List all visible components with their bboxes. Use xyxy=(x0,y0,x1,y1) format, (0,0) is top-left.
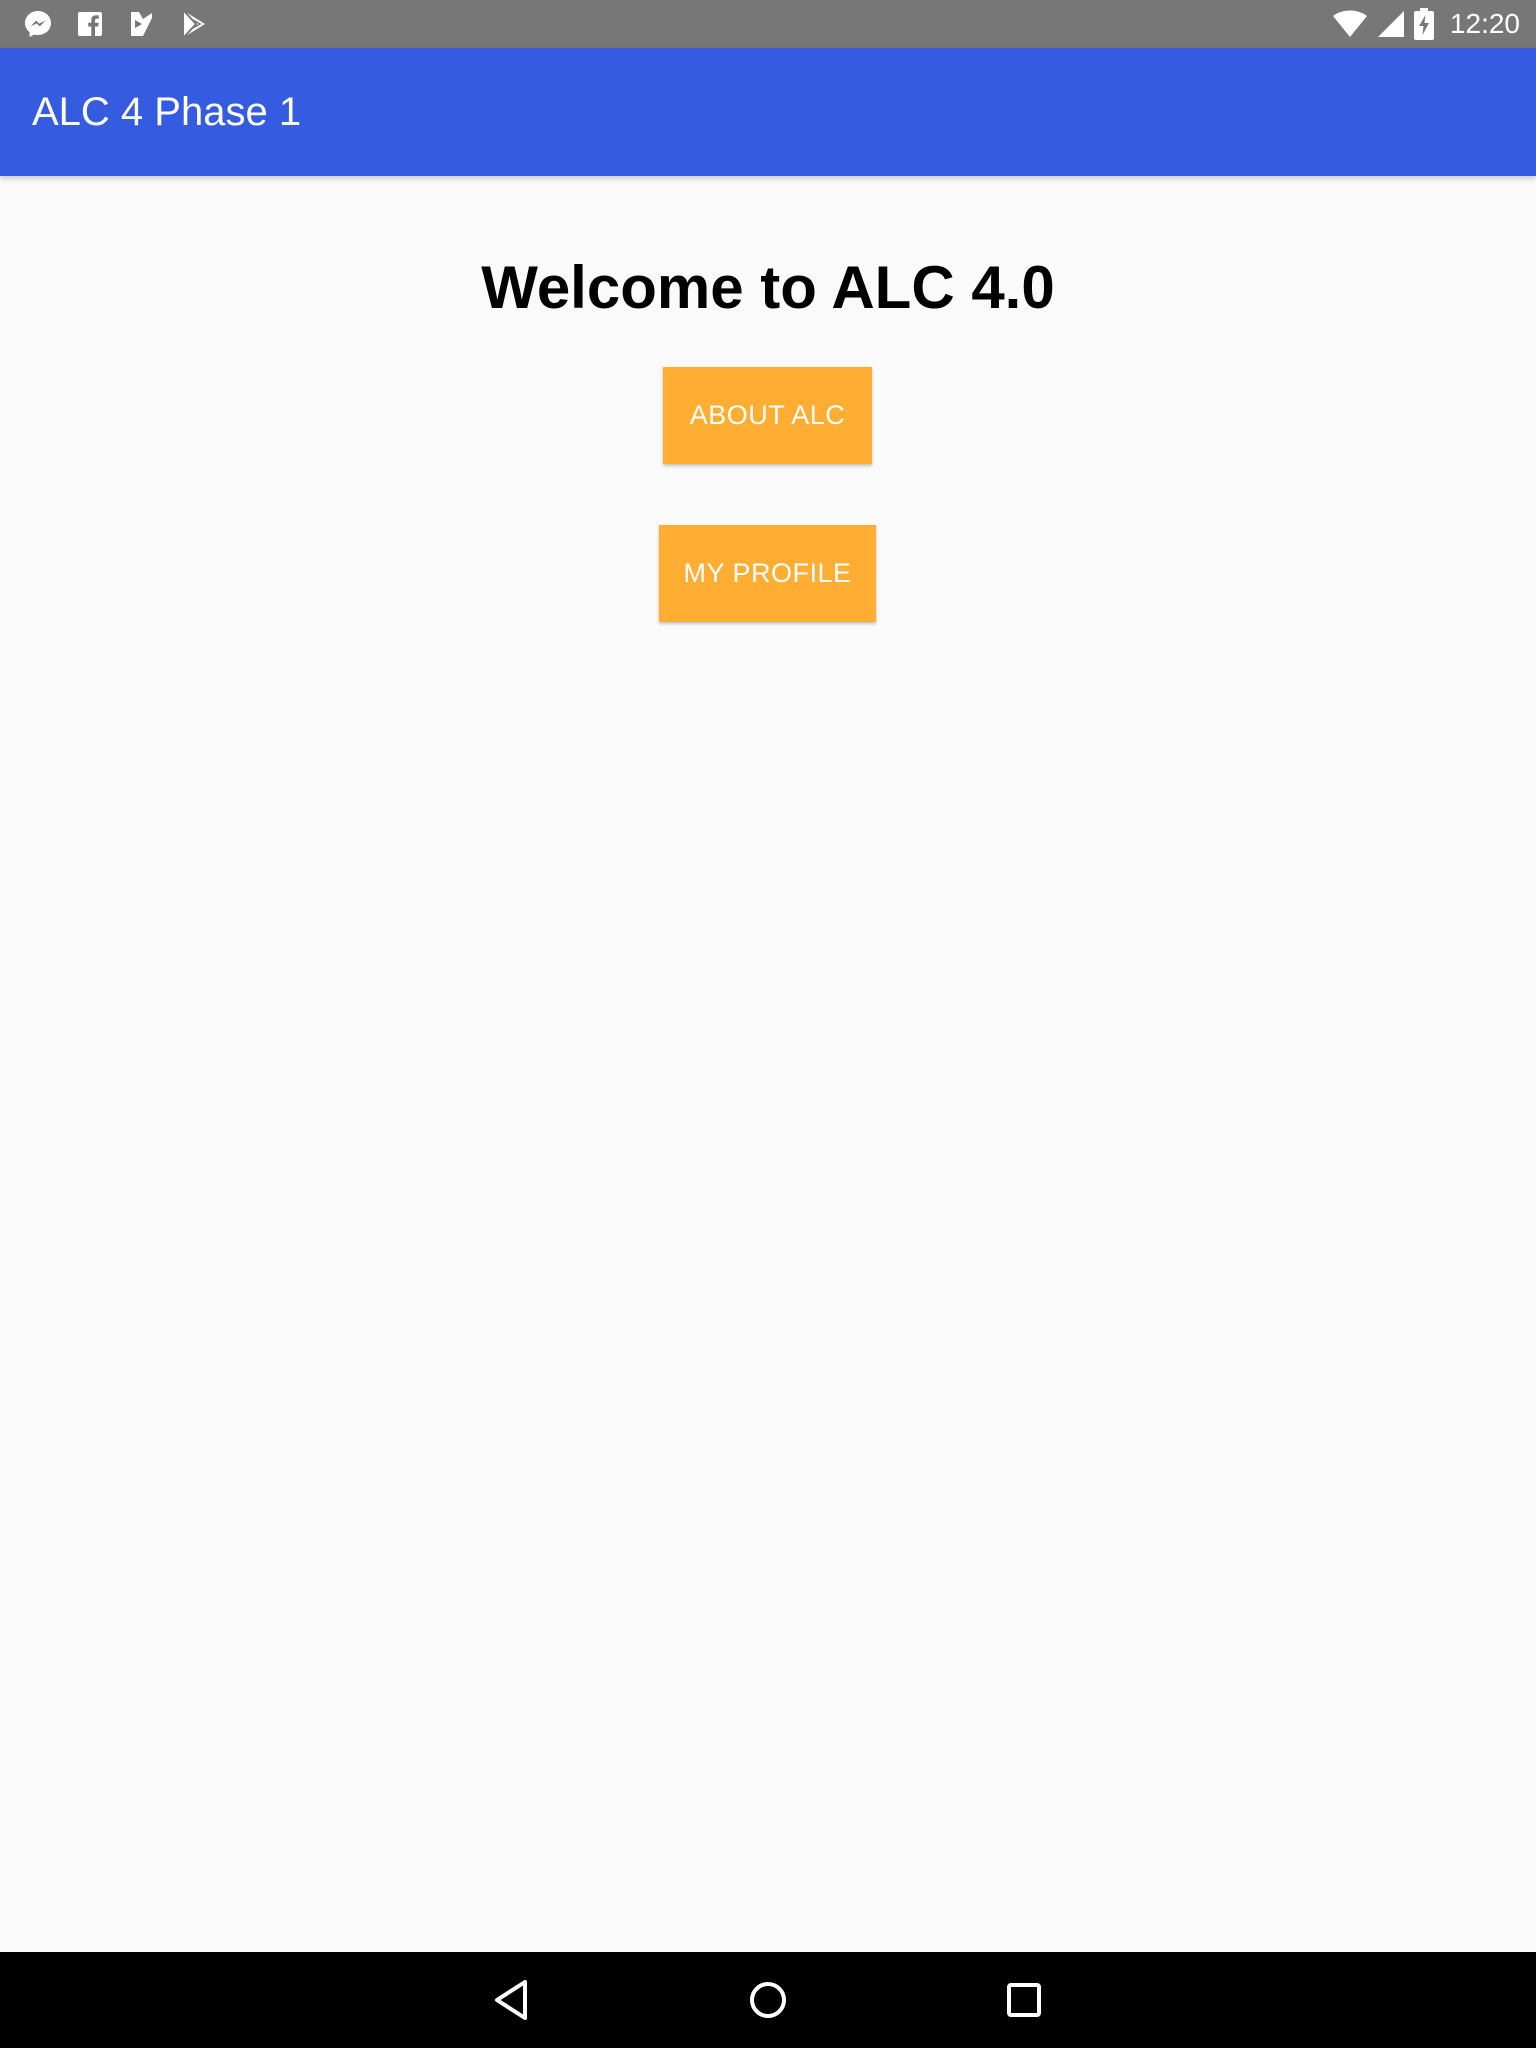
facebook-icon xyxy=(78,12,102,36)
app-bar: ALC 4 Phase 1 xyxy=(0,48,1536,176)
back-icon[interactable] xyxy=(480,1968,544,2032)
battery-charging-icon xyxy=(1413,8,1434,40)
status-time: 12:20 xyxy=(1449,8,1520,39)
play-movies-icon xyxy=(131,12,152,36)
notification-icons xyxy=(22,8,210,40)
app-title: ALC 4 Phase 1 xyxy=(32,90,302,134)
navigation-bar xyxy=(0,1952,1536,2048)
cell-signal-icon xyxy=(1377,11,1404,37)
home-icon[interactable] xyxy=(736,1968,800,2032)
wifi-icon xyxy=(1332,10,1367,37)
my-profile-button[interactable]: MY PROFILE xyxy=(659,525,876,622)
welcome-heading: Welcome to ALC 4.0 xyxy=(481,254,1055,321)
play-store-icon xyxy=(183,10,205,38)
status-bar: 12:20 xyxy=(0,0,1536,48)
messenger-icon xyxy=(25,11,51,37)
system-status: 12:20 xyxy=(1332,6,1520,42)
recents-icon[interactable] xyxy=(992,1968,1056,2032)
about-alc-button[interactable]: ABOUT ALC xyxy=(663,367,872,464)
